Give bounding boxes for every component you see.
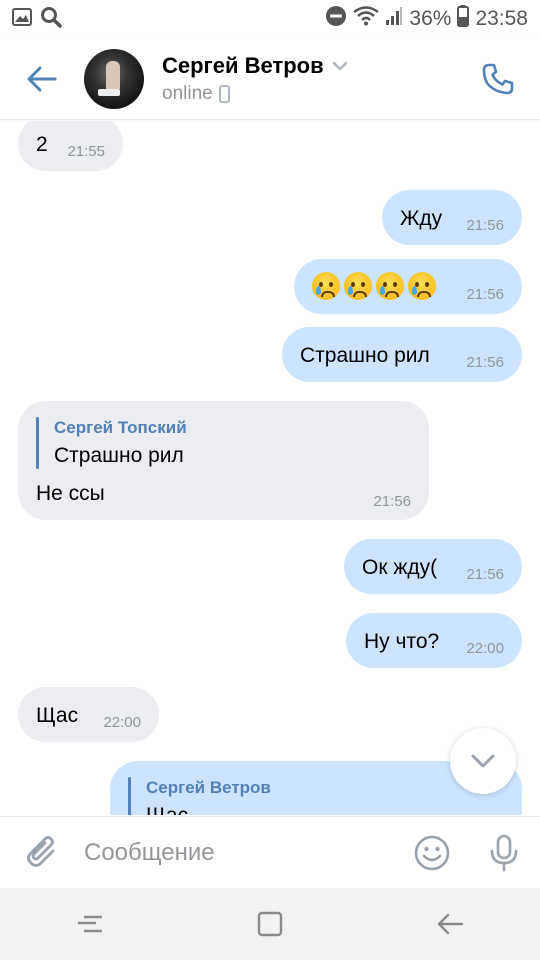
- message-time: 21:55: [67, 143, 105, 160]
- reply-text: Страшно рил: [54, 444, 184, 467]
- message-text: 2: [36, 133, 48, 156]
- home-square-icon: [257, 911, 283, 937]
- emoji-button[interactable]: [396, 817, 468, 889]
- mobile-device-icon: [218, 84, 230, 103]
- recent-apps-icon: [78, 915, 102, 933]
- contact-name: Сергей Ветров: [162, 52, 324, 78]
- chat-header: Сергей Ветров online: [0, 38, 540, 120]
- gallery-notification-icon: [12, 7, 32, 31]
- message-outgoing[interactable]: Ну что? 22:00: [346, 613, 522, 668]
- back-button[interactable]: [0, 38, 84, 120]
- message-outgoing[interactable]: Ок жду( 21:56: [344, 539, 522, 594]
- back-arrow-icon: [437, 913, 464, 935]
- message-time: 22:00: [466, 640, 504, 657]
- phone-icon: [482, 63, 514, 94]
- emoji-row: [312, 272, 440, 300]
- reply-text: Щас: [146, 804, 188, 815]
- message-list[interactable]: 2 21:55 Жду 21:56 21:56 Страшно рил 21:5…: [0, 121, 540, 815]
- message-time: 21:56: [466, 286, 504, 303]
- message-composer: [0, 816, 540, 888]
- arrow-left-icon: [27, 66, 57, 91]
- reply-quote-bar: [128, 777, 131, 815]
- recent-apps-button[interactable]: [30, 888, 150, 960]
- message-text: Жду: [400, 207, 443, 230]
- battery-icon: [457, 5, 470, 33]
- message-time: 22:00: [103, 714, 141, 731]
- reply-author: Сергей Ветров: [146, 778, 271, 797]
- attach-button[interactable]: [0, 817, 84, 889]
- home-button[interactable]: [210, 888, 330, 960]
- message-outgoing[interactable]: 21:56: [294, 259, 522, 314]
- message-text: Не ссы: [36, 482, 105, 505]
- microphone-icon: [490, 834, 518, 871]
- battery-percent: 36%: [409, 7, 452, 30]
- message-text: Страшно рил: [300, 344, 430, 367]
- online-status: online: [162, 82, 213, 104]
- contact-avatar[interactable]: [84, 48, 144, 109]
- message-time: 21:56: [466, 354, 504, 371]
- system-navigation-bar: [0, 888, 540, 960]
- crying-face-icon: [312, 272, 340, 300]
- reply-quote-bar: [36, 417, 39, 469]
- message-input[interactable]: [84, 838, 396, 867]
- message-text: Ну что?: [364, 630, 440, 653]
- system-back-button[interactable]: [390, 888, 510, 960]
- smile-icon: [414, 835, 450, 870]
- wifi-icon: [353, 6, 380, 32]
- call-button[interactable]: [456, 38, 540, 120]
- message-time: 21:56: [466, 217, 504, 234]
- message-incoming[interactable]: Щас 22:00: [18, 687, 159, 742]
- message-outgoing[interactable]: Жду 21:56: [382, 190, 522, 245]
- signal-icon: [385, 6, 403, 32]
- message-incoming-reply[interactable]: Сергей Топский Страшно рил Не ссы 21:56: [18, 401, 429, 520]
- chat-title[interactable]: Сергей Ветров online: [162, 53, 348, 105]
- scroll-to-bottom-button[interactable]: [450, 728, 516, 794]
- message-outgoing[interactable]: Страшно рил 21:56: [282, 327, 522, 382]
- chevron-down-icon: [471, 754, 495, 768]
- do-not-disturb-icon: [325, 5, 347, 33]
- message-text: Ок жду(: [362, 556, 438, 579]
- message-time: 21:56: [466, 566, 504, 583]
- message-time: 21:56: [373, 493, 411, 510]
- paperclip-icon: [27, 835, 55, 867]
- search-notification-icon: [40, 6, 62, 33]
- reply-author: Сергей Топский: [54, 418, 187, 437]
- crying-face-icon: [376, 272, 404, 300]
- status-bar: 36% 23:58: [0, 0, 540, 38]
- crying-face-icon: [344, 272, 372, 300]
- chevron-down-icon: [332, 61, 347, 70]
- voice-message-button[interactable]: [468, 817, 540, 889]
- loudly-crying-face-icon: [408, 272, 436, 300]
- status-time: 23:58: [475, 7, 528, 30]
- message-incoming[interactable]: 2 21:55: [18, 121, 123, 171]
- message-text: Щас: [36, 704, 79, 727]
